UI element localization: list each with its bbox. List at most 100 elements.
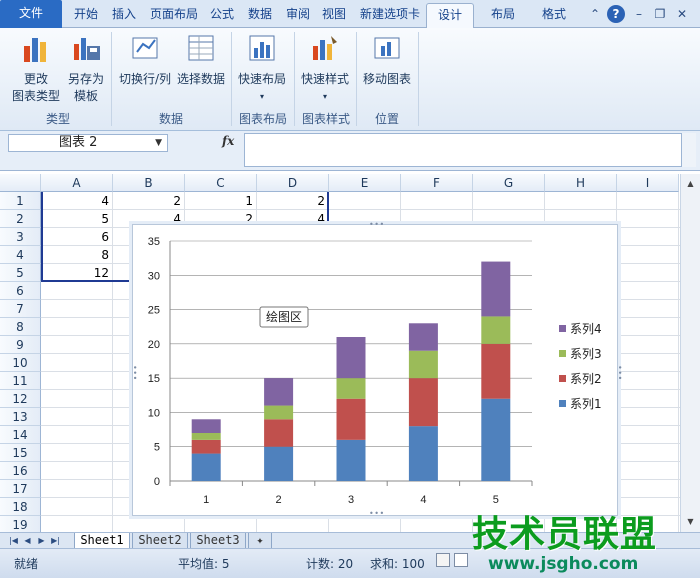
column-header-c[interactable]: C <box>185 174 257 192</box>
column-header-a[interactable]: A <box>41 174 113 192</box>
bar-系列4-3 <box>336 337 366 379</box>
restore-icon[interactable]: ❐ <box>651 5 669 23</box>
page-layout-view-icon[interactable] <box>454 553 468 567</box>
plot-area-tooltip: 绘图区 <box>266 309 302 324</box>
group-separator <box>111 32 112 126</box>
sheet-tab-sheet1[interactable]: Sheet1 <box>74 533 130 549</box>
scroll-up-icon[interactable]: ▲ <box>683 176 698 191</box>
tab-view[interactable]: 视图 <box>316 3 352 28</box>
row-header-3[interactable]: 3 <box>0 228 41 246</box>
switch-row-column-button[interactable]: 切换行/列 <box>116 32 174 88</box>
column-header-e[interactable]: E <box>329 174 401 192</box>
y-tick-label: 5 <box>154 442 160 454</box>
tab-insert[interactable]: 插入 <box>106 3 142 28</box>
column-header-h[interactable]: H <box>545 174 617 192</box>
move-chart-button[interactable]: 移动图表 <box>359 32 415 88</box>
minimize-icon[interactable]: – <box>630 5 648 23</box>
row-header-13[interactable]: 13 <box>0 408 41 426</box>
quick-layout-button[interactable]: 快速布局 ▾ <box>234 32 290 105</box>
save-as-template-button[interactable]: 另存为 模板 <box>64 32 108 105</box>
group-label-type: 类型 <box>45 112 70 126</box>
help-icon[interactable]: ? <box>607 5 625 23</box>
sheet-tab-sheet2[interactable]: Sheet2 <box>132 533 188 549</box>
select-data-button[interactable]: 选择数据 <box>175 32 227 88</box>
row-header-2[interactable]: 2 <box>0 210 41 228</box>
name-box-dropdown-icon[interactable]: ▼ <box>155 135 162 151</box>
tab-new[interactable]: 新建选项卡 <box>354 3 426 28</box>
bar-系列3-4 <box>408 350 438 379</box>
tab-page-layout[interactable]: 页面布局 <box>144 3 204 28</box>
row-header-4[interactable]: 4 <box>0 246 41 264</box>
dropdown-arrow-icon: ▾ <box>259 92 264 101</box>
first-sheet-icon[interactable]: |◀ <box>8 534 19 547</box>
tab-review[interactable]: 审阅 <box>280 3 316 28</box>
y-tick-label: 35 <box>148 236 160 248</box>
legend-label: 系列4 <box>570 322 602 336</box>
group-label-chart-layouts: 图表布局 <box>238 112 287 126</box>
x-tick-label: 2 <box>276 494 282 506</box>
bar-系列2-4 <box>408 378 438 427</box>
chart-resize-handle-bottom[interactable]: • • • <box>369 509 384 518</box>
tab-data[interactable]: 数据 <box>242 3 278 28</box>
bar-系列3-1 <box>191 433 221 440</box>
switch-row-column-icon <box>132 37 158 59</box>
vertical-scrollbar[interactable]: ▲ ▼ <box>680 174 700 532</box>
row-header-18[interactable]: 18 <box>0 498 41 516</box>
sheet-tab-sheet3[interactable]: Sheet3 <box>190 533 246 549</box>
y-tick-label: 0 <box>154 476 160 488</box>
tab-design[interactable]: 设计 <box>426 3 474 28</box>
row-header-16[interactable]: 16 <box>0 462 41 480</box>
formula-input[interactable] <box>244 133 682 167</box>
chart-resize-handle-top[interactable]: • • • <box>369 220 384 229</box>
name-box[interactable]: 图表 2 ▼ <box>8 134 168 152</box>
quick-styles-button[interactable]: 快速样式 ▾ <box>297 32 353 105</box>
column-header-i[interactable]: I <box>617 174 679 192</box>
row-header-8[interactable]: 8 <box>0 318 41 336</box>
select-all-corner[interactable] <box>0 174 41 192</box>
status-sum: 求和: 100 <box>370 557 425 571</box>
bar-系列4-1 <box>191 419 221 433</box>
row-header-5[interactable]: 5 <box>0 264 41 282</box>
column-header-f[interactable]: F <box>401 174 473 192</box>
row-header-11[interactable]: 11 <box>0 372 41 390</box>
last-sheet-icon[interactable]: ▶| <box>50 534 61 547</box>
embedded-chart[interactable]: 0 5 10 15 20 25 30 35 1 2 3 4 5 系列4 系列3 系列2 系列1 绘图区 • • •… <box>130 220 624 518</box>
scroll-down-icon[interactable]: ▼ <box>683 514 698 529</box>
move-chart-icon <box>374 37 400 59</box>
row-header-17[interactable]: 17 <box>0 480 41 498</box>
minimize-ribbon-icon[interactable]: ⌃ <box>586 5 604 23</box>
prev-sheet-icon[interactable]: ◀ <box>22 534 33 547</box>
row-header-7[interactable]: 7 <box>0 300 41 318</box>
formula-expand-icon[interactable] <box>682 133 696 167</box>
column-header-b[interactable]: B <box>113 174 185 192</box>
next-sheet-icon[interactable]: ▶ <box>36 534 47 547</box>
row-header-1[interactable]: 1 <box>0 192 41 210</box>
change-chart-type-button[interactable]: 更改 图表类型 <box>8 32 64 105</box>
tab-home[interactable]: 开始 <box>66 3 106 28</box>
row-header-6[interactable]: 6 <box>0 282 41 300</box>
close-icon[interactable]: ✕ <box>673 5 691 23</box>
bar-系列2-2 <box>264 419 294 447</box>
column-header-g[interactable]: G <box>473 174 545 192</box>
row-header-12[interactable]: 12 <box>0 390 41 408</box>
legend-label: 系列2 <box>570 372 602 386</box>
chart-resize-handle-left[interactable]: • • • <box>130 365 139 379</box>
column-header-d[interactable]: D <box>257 174 329 192</box>
row-header-15[interactable]: 15 <box>0 444 41 462</box>
legend-swatch <box>559 400 566 407</box>
insert-function-icon[interactable]: fx <box>222 134 234 148</box>
chart-resize-handle-right[interactable]: • • • <box>615 365 624 379</box>
tab-layout[interactable]: 布局 <box>476 3 530 28</box>
x-tick-label: 3 <box>348 494 354 506</box>
row-header-14[interactable]: 14 <box>0 426 41 444</box>
row-header-9[interactable]: 9 <box>0 336 41 354</box>
group-label-location: 位置 <box>374 112 399 126</box>
normal-view-icon[interactable] <box>436 553 450 567</box>
insert-sheet-icon[interactable]: ✦ <box>248 533 272 549</box>
tab-format[interactable]: 格式 <box>530 3 578 28</box>
ribbon-tab-bar: 文件 开始 插入 页面布局 公式 数据 审阅 视图 新建选项卡 设计 布局 格式… <box>0 0 700 28</box>
row-header-10[interactable]: 10 <box>0 354 41 372</box>
tab-formulas[interactable]: 公式 <box>204 3 240 28</box>
status-ready: 就绪 <box>14 557 39 571</box>
tab-file[interactable]: 文件 <box>0 0 62 28</box>
